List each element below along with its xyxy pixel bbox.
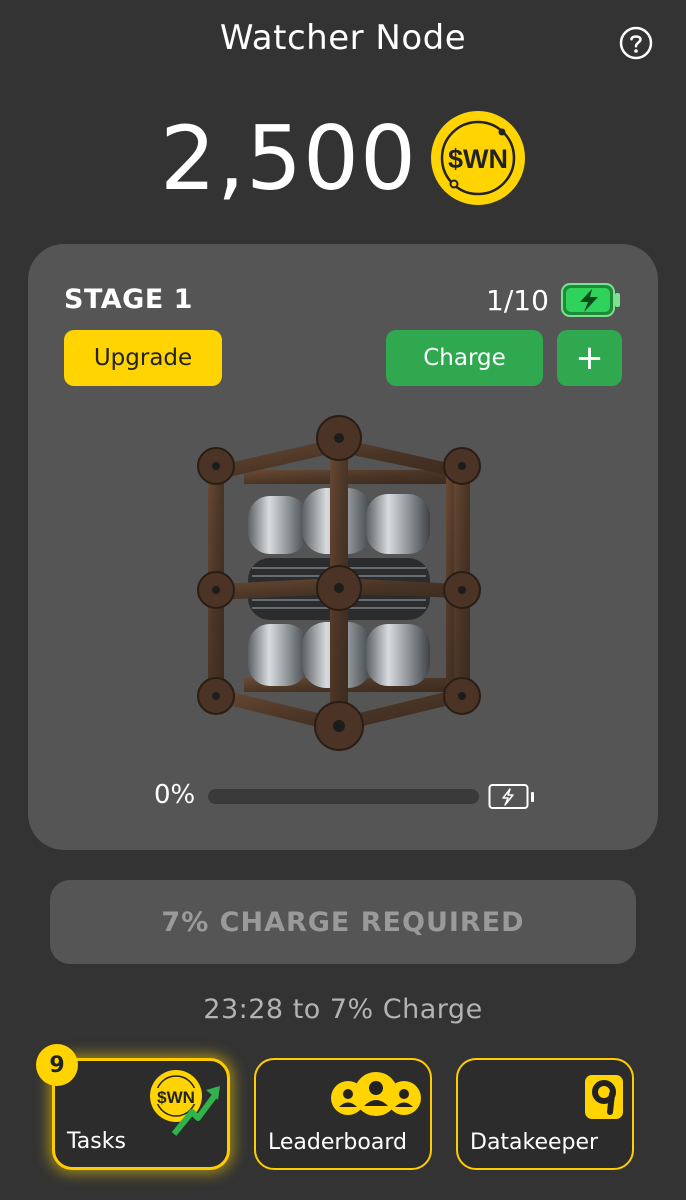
nav-tasks-label: Tasks: [67, 1129, 126, 1154]
charge-timer: 23:28 to 7% Charge: [203, 994, 483, 1025]
charge-progress-bar: [208, 789, 479, 804]
tasks-count-badge: 9: [36, 1044, 78, 1086]
battery-charging-icon: [560, 280, 622, 320]
charge-count: 1/10: [486, 284, 549, 317]
node-image: [186, 408, 490, 756]
stage-label: STAGE 1: [64, 284, 193, 315]
help-icon[interactable]: [619, 26, 653, 60]
datakeeper-icon: [584, 1074, 624, 1120]
wn-coin-icon: $WN: [430, 110, 526, 206]
charge-percentage: 0%: [154, 780, 196, 810]
page-title: Watcher Node: [219, 18, 467, 58]
charge-button[interactable]: Charge: [386, 330, 543, 386]
nav-datakeeper-label: Datakeeper: [470, 1130, 599, 1155]
charge-required-button[interactable]: 7% CHARGE REQUIRED: [50, 880, 636, 964]
wn-coin-arrow-icon: $WN: [146, 1068, 224, 1136]
svg-text:$WN: $WN: [157, 1088, 195, 1107]
balance-amount: 2,500: [160, 107, 417, 210]
add-charge-button[interactable]: +: [557, 330, 622, 386]
users-group-icon: [328, 1070, 424, 1118]
nav-leaderboard-label: Leaderboard: [268, 1130, 407, 1155]
battery-empty-icon: [488, 783, 538, 811]
coin-label: $WN: [448, 144, 508, 174]
upgrade-button[interactable]: Upgrade: [64, 330, 222, 386]
